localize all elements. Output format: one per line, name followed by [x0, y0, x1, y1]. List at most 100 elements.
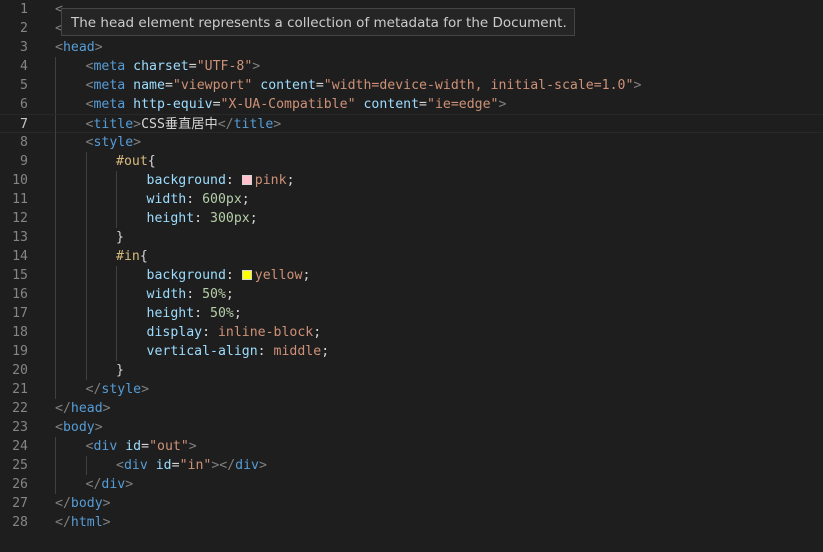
indent-guide	[55, 304, 56, 323]
indent-guide	[55, 285, 56, 304]
token-tag: div	[93, 439, 118, 454]
color-swatch-pink[interactable]	[241, 175, 252, 185]
code-line[interactable]: 17 height: 50%;	[0, 304, 823, 323]
token-punc: {	[147, 154, 156, 169]
line-number: 27	[12, 496, 28, 511]
color-swatch-yellow[interactable]	[241, 270, 252, 280]
token-val: middle	[273, 344, 322, 359]
code-line[interactable]: 14 #in{	[0, 247, 823, 266]
code-line[interactable]: 7 <title>CSS垂直居中</title>	[0, 114, 823, 134]
token-num: 50%	[202, 287, 226, 302]
token-prop: width	[146, 287, 187, 302]
indent-guide	[55, 190, 56, 209]
token-bracket: </	[55, 401, 71, 416]
indent-guide	[116, 304, 117, 323]
indent-guide	[55, 209, 56, 228]
indent-guide	[116, 209, 117, 228]
line-number: 16	[12, 287, 28, 302]
code-line[interactable]: 21 </style>	[0, 380, 823, 399]
token-tag: head	[70, 401, 103, 416]
line-number: 22	[12, 401, 28, 416]
code-line[interactable]: 6 <meta http-equiv="X-UA-Compatible" cont…	[0, 95, 823, 114]
code-text: background: pink;	[147, 171, 295, 190]
token-punc: :	[186, 192, 203, 207]
token-punc: :	[194, 211, 211, 226]
code-line[interactable]: 19 vertical-align: middle;	[0, 342, 823, 361]
code-line[interactable]: 28 </html>	[0, 513, 823, 532]
line-number: 19	[12, 344, 28, 359]
token-tag: body	[62, 420, 95, 435]
code-text: <meta http-equiv="X-UA-Compatible" conte…	[86, 95, 507, 114]
code-text: background: yellow;	[147, 266, 311, 285]
indent-guide	[55, 247, 56, 266]
code-text: <style>	[86, 133, 142, 152]
code-line[interactable]: 16 width: 50%;	[0, 285, 823, 304]
indent-guide	[85, 266, 87, 285]
code-line[interactable]: 5 <meta name="viewport" content="width=de…	[0, 76, 823, 95]
indent-guide	[116, 342, 117, 361]
line-number: 20	[12, 363, 28, 378]
code-line[interactable]: 22 </head>	[0, 399, 823, 418]
code-line[interactable]: 9 #out{	[0, 152, 823, 171]
token-punc: :	[186, 287, 203, 302]
token-tag: meta	[93, 78, 126, 93]
code-text: }	[116, 228, 124, 247]
indent-guide	[85, 285, 87, 304]
token-num: 600px	[202, 192, 242, 207]
indent-guide	[55, 76, 56, 95]
token-bracket: </	[85, 382, 102, 397]
code-editor[interactable]: 1 <2 <3 <head> 4 <meta charset="UTF-8"> 5 <meta…	[0, 0, 823, 552]
code-line[interactable]: 3 <head>	[0, 38, 823, 57]
indent-guide	[85, 456, 87, 475]
line-number: 17	[12, 306, 28, 321]
code-line[interactable]: 12 height: 300px;	[0, 209, 823, 228]
token-tag: div	[101, 477, 126, 492]
token-num: 50%	[210, 306, 234, 321]
code-line[interactable]: 10 background: pink;	[0, 171, 823, 190]
token-bracket: >	[102, 515, 111, 530]
code-line[interactable]: 23 <body>	[0, 418, 823, 437]
token-punc: :	[257, 344, 274, 359]
code-text: </body>	[55, 494, 111, 513]
indent-guide	[55, 57, 56, 76]
token-bracket: >	[102, 401, 111, 416]
code-line[interactable]: 11 width: 600px;	[0, 190, 823, 209]
indent-guide	[85, 342, 87, 361]
token-prop: width	[146, 192, 187, 207]
token-text: =	[212, 97, 221, 112]
token-bracket: </	[217, 117, 234, 132]
token-bracket: ></	[211, 458, 236, 473]
code-line[interactable]: 26 </div>	[0, 475, 823, 494]
code-text: #out{	[116, 152, 156, 171]
token-text: =	[315, 78, 324, 93]
indent-guide	[116, 285, 117, 304]
code-text: </div>	[86, 475, 134, 494]
token-prop: height	[146, 306, 195, 321]
code-line[interactable]: 4 <meta charset="UTF-8">	[0, 57, 823, 76]
code-line[interactable]: 20}	[0, 361, 823, 380]
code-text: <head>	[55, 38, 103, 57]
code-line[interactable]: 8 <style>	[0, 133, 823, 152]
token-str: "width=device-width, initial-scale=1.0"	[323, 78, 634, 93]
token-val: yellow	[254, 268, 303, 283]
token-bracket: >	[273, 117, 282, 132]
indent-guide	[116, 266, 117, 285]
code-line[interactable]: 25 <div id="in"></div>	[0, 456, 823, 475]
indent-guide	[55, 380, 56, 399]
line-number: 6	[20, 97, 28, 112]
indent-guide	[85, 171, 87, 190]
indent-guide	[55, 475, 56, 494]
token-punc: :	[202, 325, 218, 340]
code-line[interactable]: 15 background: yellow;	[0, 266, 823, 285]
code-line[interactable]: 24 <div id="out">	[0, 437, 823, 456]
token-tag: body	[70, 496, 103, 511]
code-line[interactable]: 18 display: inline-block;	[0, 323, 823, 342]
code-text: </html>	[55, 513, 111, 532]
code-text: vertical-align: middle;	[147, 342, 330, 361]
line-number: 28	[12, 515, 28, 530]
token-tag: head	[62, 40, 95, 55]
code-line[interactable]: 13}	[0, 228, 823, 247]
code-text: </head>	[55, 399, 111, 418]
code-line[interactable]: 27 </body>	[0, 494, 823, 513]
